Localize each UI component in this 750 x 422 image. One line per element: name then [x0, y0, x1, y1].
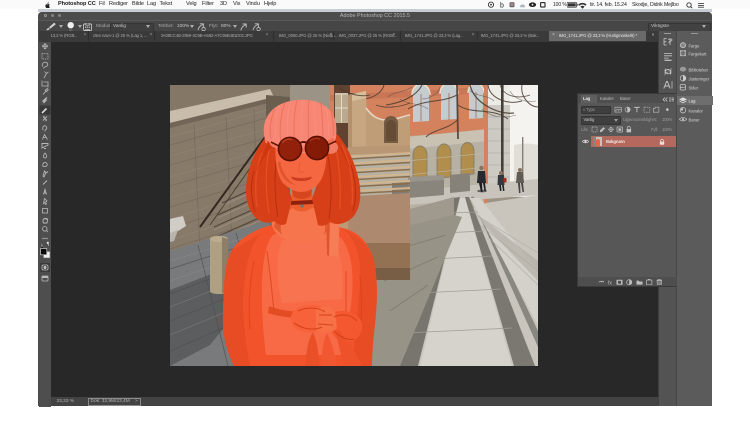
svg-text:Justeringer: Justeringer — [689, 76, 710, 81]
svg-text:Kanaler: Kanaler — [689, 108, 704, 113]
svg-text:Baner: Baner — [689, 117, 701, 122]
svg-text:b: b — [500, 2, 504, 9]
svg-text:Farge: Farge — [689, 43, 701, 48]
svg-text:fx: fx — [608, 280, 612, 285]
svg-text:Stiler: Stiler — [689, 85, 699, 90]
svg-text:Biblioteker: Biblioteker — [689, 67, 709, 72]
svg-text:Lag: Lag — [689, 98, 697, 103]
svg-text:Fargekart: Fargekart — [689, 51, 708, 56]
